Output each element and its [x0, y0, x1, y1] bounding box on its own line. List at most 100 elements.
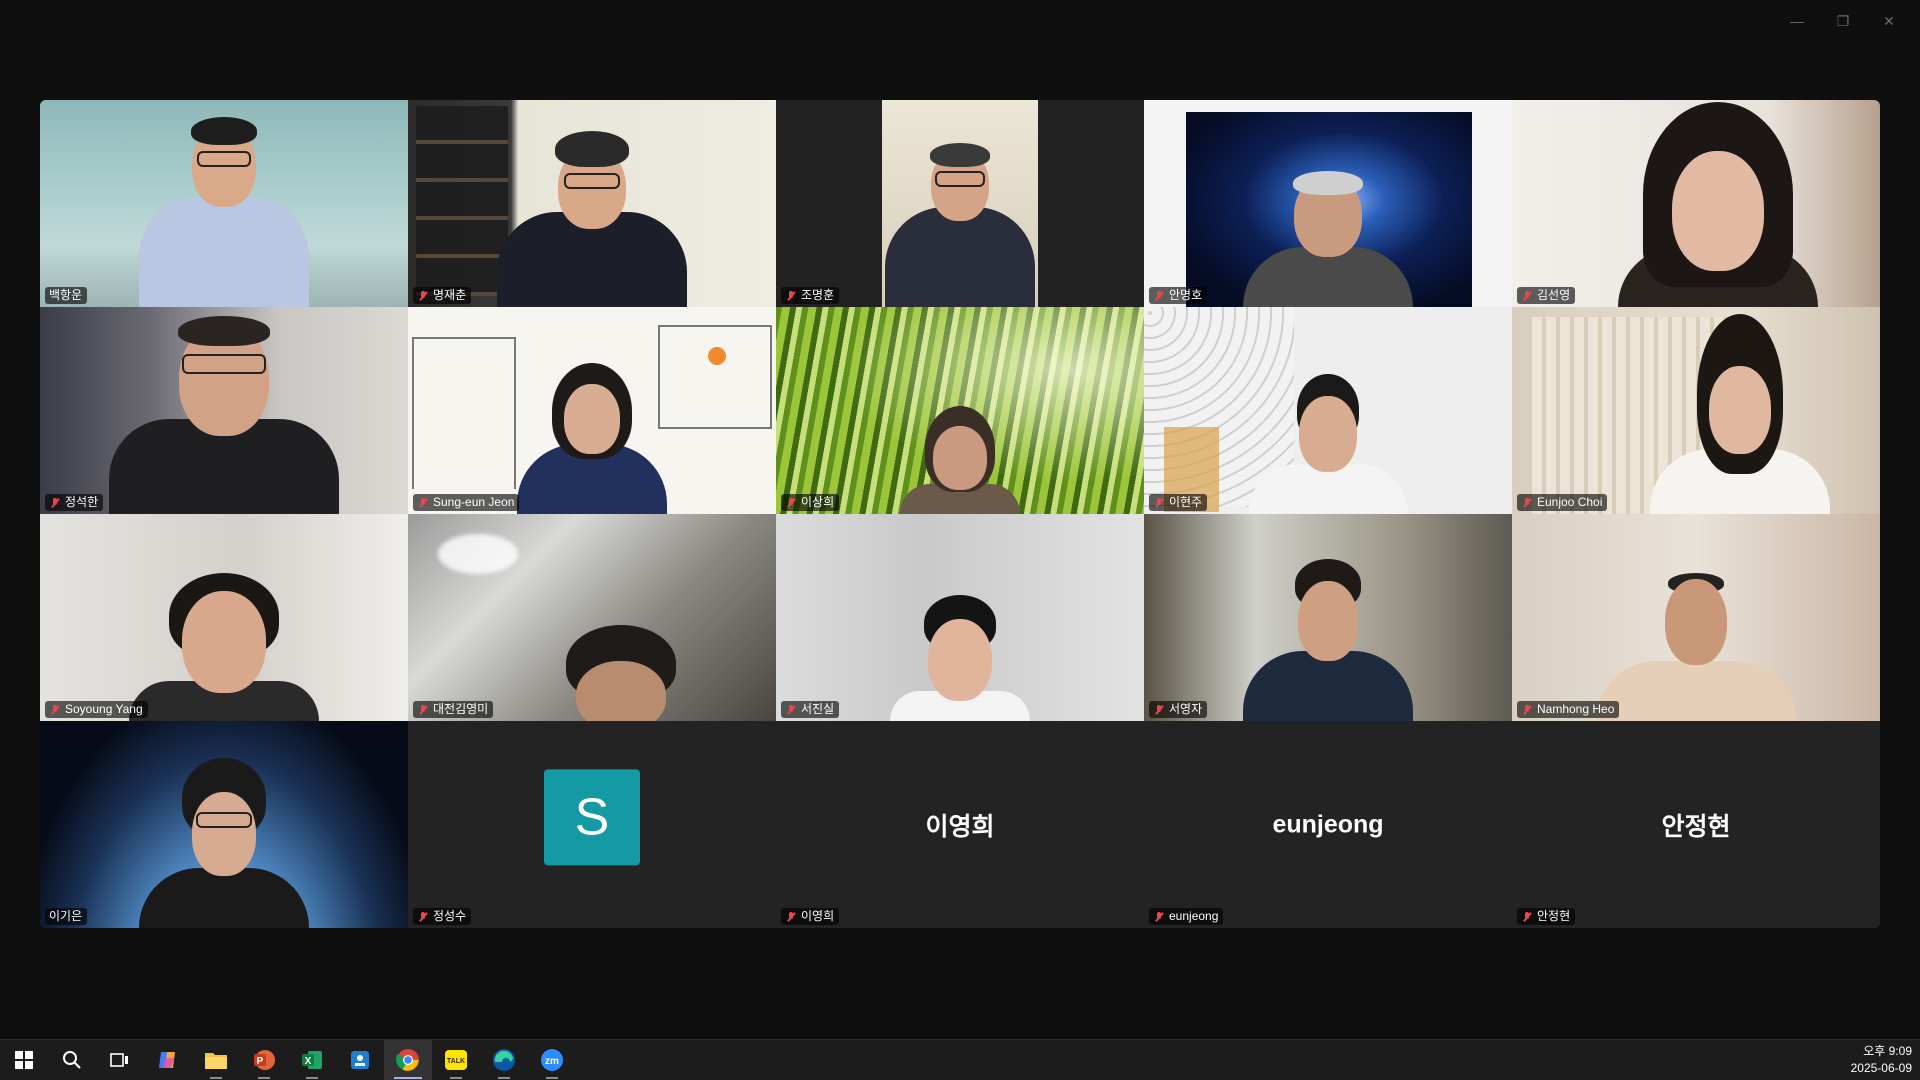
participant-name-tag: Namhong Heo	[1517, 701, 1620, 718]
participant-name: 서영자	[1169, 702, 1203, 716]
edge-icon[interactable]	[480, 1040, 528, 1080]
mic-muted-icon	[417, 497, 429, 509]
participant-name-tag: 조명훈	[781, 287, 840, 304]
mic-muted-icon	[417, 290, 429, 302]
task-view-icon[interactable]	[96, 1040, 144, 1080]
participant-name-tag: 백항운	[45, 287, 88, 304]
avatar: S	[544, 768, 640, 865]
participant-name: 이현주	[1169, 495, 1203, 509]
participant-name: 정성수	[433, 909, 467, 923]
participant-name-tag: 이상희	[781, 494, 840, 511]
participant-name-tag: 서진실	[781, 701, 840, 718]
participant-name: 이영희	[801, 909, 835, 923]
participant-tile[interactable]: 백항운	[40, 100, 408, 307]
mic-muted-icon	[1521, 497, 1533, 509]
participant-name-tag: Soyoung Yang	[45, 701, 148, 718]
mic-muted-icon	[785, 704, 797, 716]
mic-muted-icon	[417, 911, 429, 923]
participant-name-tag: 김선영	[1517, 287, 1576, 304]
taskbar: P X TALK zm 오후 9:09 2025-06-09	[0, 1039, 1920, 1080]
participant-tile[interactable]: 이상희	[776, 307, 1144, 514]
participant-tile[interactable]: 명재춘	[408, 100, 776, 307]
participant-tile[interactable]: 안명호	[1144, 100, 1512, 307]
mic-muted-icon	[1153, 497, 1165, 509]
participant-name: 대전김영미	[433, 702, 489, 716]
participant-display-name: 안정현	[1661, 812, 1731, 841]
windows-start-icon[interactable]	[0, 1040, 48, 1080]
zoom-icon[interactable]: zm	[528, 1040, 576, 1080]
participant-tile[interactable]: Eunjoo Choi	[1512, 307, 1880, 514]
participant-name-tag: Eunjoo Choi	[1517, 494, 1608, 511]
participant-tile[interactable]: 이현주	[1144, 307, 1512, 514]
chrome-icon[interactable]	[384, 1040, 432, 1080]
mic-muted-icon	[1153, 911, 1165, 923]
svg-text:X: X	[305, 1056, 312, 1067]
svg-text:zm: zm	[545, 1056, 559, 1067]
minimize-button[interactable]: —	[1774, 6, 1820, 36]
participant-tile[interactable]: Sung-eun Jeon	[408, 307, 776, 514]
mic-muted-icon	[785, 290, 797, 302]
participant-name-tag: 안명호	[1149, 287, 1208, 304]
mic-muted-icon	[785, 911, 797, 923]
participant-tile[interactable]: 서진실	[776, 514, 1144, 721]
svg-text:TALK: TALK	[447, 1058, 465, 1065]
clock-time: 오후 9:09	[1863, 1044, 1912, 1058]
participant-tile[interactable]: 서영자	[1144, 514, 1512, 721]
participant-name-tag: 이영희	[781, 908, 840, 925]
participant-tile[interactable]: Soyoung Yang	[40, 514, 408, 721]
participant-name: Namhong Heo	[1537, 702, 1615, 716]
system-clock[interactable]: 오후 9:09 2025-06-09	[1851, 1043, 1912, 1077]
mic-muted-icon	[785, 497, 797, 509]
participant-name: 조명훈	[801, 288, 835, 302]
participant-tile[interactable]: 조명훈	[776, 100, 1144, 307]
participant-display-name: 이영희	[925, 812, 995, 841]
gallery-view: 백항운 명재춘 조명훈 안명호 김선영 정석한 Sung-eun Jeon 이상…	[40, 100, 1880, 928]
participant-name: Sung-eun Jeon	[433, 495, 515, 509]
participant-name: 이상희	[801, 495, 835, 509]
participant-name-tag: 정성수	[413, 908, 472, 925]
participant-name: 안정현	[1537, 909, 1571, 923]
participant-tile[interactable]: 안정현 안정현	[1512, 721, 1880, 928]
participant-name: 서진실	[801, 702, 835, 716]
participant-name-tag: 명재춘	[413, 287, 472, 304]
kakaotalk-icon[interactable]: TALK	[432, 1040, 480, 1080]
participant-name-tag: 정석한	[45, 494, 104, 511]
search-icon[interactable]	[48, 1040, 96, 1080]
participant-name: eunjeong	[1169, 909, 1219, 923]
mic-muted-icon	[1153, 704, 1165, 716]
participant-name: 김선영	[1537, 288, 1571, 302]
copilot-icon[interactable]	[144, 1040, 192, 1080]
participant-tile[interactable]: 정석한	[40, 307, 408, 514]
participant-tile[interactable]: 이기은	[40, 721, 408, 928]
app-icon[interactable]	[336, 1040, 384, 1080]
participant-name: 정석한	[65, 495, 99, 509]
participant-name-tag: 대전김영미	[413, 701, 494, 718]
participant-tile[interactable]: 대전김영미	[408, 514, 776, 721]
file-explorer-icon[interactable]	[192, 1040, 240, 1080]
mic-muted-icon	[49, 704, 61, 716]
participant-tile[interactable]: 이영희 이영희	[776, 721, 1144, 928]
participant-name: Soyoung Yang	[65, 702, 143, 716]
participant-name: 명재춘	[433, 288, 467, 302]
participant-name: 백항운	[49, 288, 83, 302]
clock-date: 2025-06-09	[1850, 1061, 1912, 1075]
participant-name-tag: 서영자	[1149, 701, 1208, 718]
excel-icon[interactable]: X	[288, 1040, 336, 1080]
mic-muted-icon	[1153, 290, 1165, 302]
powerpoint-icon[interactable]: P	[240, 1040, 288, 1080]
participant-tile[interactable]: 김선영	[1512, 100, 1880, 307]
participant-tile[interactable]: Namhong Heo	[1512, 514, 1880, 721]
participant-name: 안명호	[1169, 288, 1203, 302]
participant-tile[interactable]: eunjeong eunjeong	[1144, 721, 1512, 928]
participant-name-tag: eunjeong	[1149, 908, 1224, 925]
mic-muted-icon	[1521, 704, 1533, 716]
participant-name-tag: Sung-eun Jeon	[413, 494, 520, 511]
participant-tile[interactable]: S 정성수	[408, 721, 776, 928]
participant-name: 이기은	[49, 909, 83, 923]
close-button[interactable]: ✕	[1866, 6, 1912, 36]
participant-display-name: eunjeong	[1272, 810, 1384, 838]
restore-button[interactable]: ❐	[1820, 6, 1866, 36]
participant-name-tag: 안정현	[1517, 908, 1576, 925]
mic-muted-icon	[417, 704, 429, 716]
mic-muted-icon	[1521, 290, 1533, 302]
